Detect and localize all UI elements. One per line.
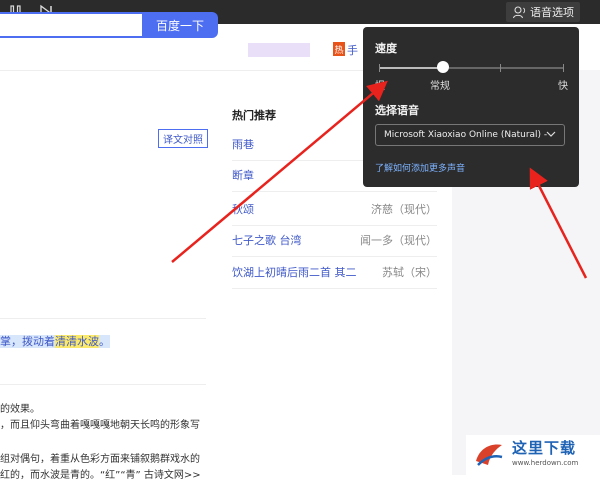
highlight-text-a: 掌，拨动着 [0, 335, 55, 348]
language-label: 选择语音 [375, 104, 419, 117]
body-text-line: 红的，而水波是青的。“红”“青” 古诗文网>> [0, 470, 201, 481]
content-divider [0, 384, 206, 385]
speed-tick [379, 64, 380, 72]
translation-compare-button[interactable]: 译文对照 [158, 129, 208, 148]
hot-item-title[interactable]: 饮湖上初晴后雨二首 其二 [232, 264, 357, 280]
voice-select-value: Microsoft Xiaoxiao Online (Natural) - [384, 130, 548, 140]
search-input[interactable] [0, 12, 142, 38]
highlight-text-c: 水波 [77, 335, 99, 348]
hot-item-title[interactable]: 七子之歌 台湾 [232, 232, 302, 248]
hot-item-author: 济慈（现代） [371, 203, 437, 216]
voice-options-label: 语音选项 [530, 6, 574, 19]
content-divider [0, 318, 206, 319]
highlight-text-b: 清清 [55, 335, 77, 348]
speed-tick [500, 64, 502, 72]
hand-app-icon[interactable]: 热 [333, 42, 345, 56]
hot-item[interactable]: 秋颂 济慈（现代） [232, 195, 437, 226]
speed-fast-label: 快 [558, 81, 568, 92]
voice-person-icon [512, 6, 526, 19]
body-text-line: 组对偶句，着重从色彩方面来铺叙鹅群戏水的 [0, 454, 200, 465]
speed-slider[interactable] [379, 61, 564, 73]
watermark-title: 这里下载 [512, 439, 577, 457]
voice-select[interactable]: Microsoft Xiaoxiao Online (Natural) - [375, 124, 565, 146]
hot-item-title[interactable]: 断章 [232, 167, 254, 183]
speed-slider-fill [379, 67, 444, 69]
voice-options-button[interactable]: 语音选项 [506, 2, 580, 22]
voice-options-popup: 速度 慢 常规 快 选择语音 Microsoft Xiaoxiao Online… [363, 27, 579, 187]
hot-item-author: 苏轼（宋） [382, 266, 437, 279]
highlight-text-d: 。 [99, 335, 110, 348]
body-text-line: ，而且仰头弯曲着嘎嘎嘎地朝天长鸣的形象写 [0, 420, 200, 431]
body-text-line: 的效果。 [0, 404, 40, 415]
hot-item[interactable]: 饮湖上初晴后雨二首 其二 苏轼（宋） [232, 258, 437, 289]
chevron-down-icon [546, 131, 556, 137]
hot-item[interactable]: 七子之歌 台湾 闻一多（现代） [232, 226, 437, 257]
highlighted-line: 掌，拨动着清清水波。 [0, 333, 110, 349]
baidu-search-button[interactable]: 百度一下 [142, 12, 218, 38]
blurred-region [248, 43, 310, 57]
watermark: 这里下载 www.herdown.com [466, 435, 600, 475]
hot-recommend-title: 热门推荐 [232, 109, 276, 122]
hot-item-author: 闻一多（现代） [360, 234, 437, 247]
hot-item-title[interactable]: 秋颂 [232, 201, 254, 217]
speed-slider-handle[interactable] [437, 61, 450, 73]
add-voices-link[interactable]: 了解如何添加更多声音 [375, 161, 465, 174]
hot-item-title[interactable]: 雨巷 [232, 136, 254, 152]
hand-link[interactable]: 手 [347, 42, 358, 58]
speed-tick [563, 64, 564, 72]
watermark-url: www.herdown.com [512, 459, 579, 467]
speed-slow-label: 慢 [375, 81, 385, 92]
speed-label: 速度 [375, 42, 397, 55]
watermark-logo-icon [476, 444, 503, 466]
speed-normal-label: 常规 [430, 81, 450, 92]
